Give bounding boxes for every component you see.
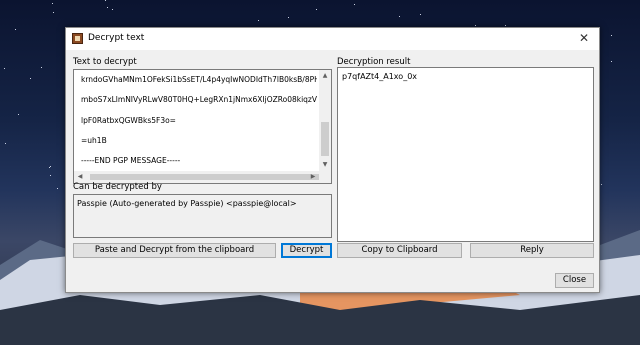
decrypt-text-dialog: Decrypt text ✕ Text to decrypt krndoGVha… — [65, 27, 600, 293]
text-to-decrypt-label: Text to decrypt — [73, 57, 137, 67]
decrypt-app-icon — [72, 33, 83, 44]
scroll-right-icon[interactable]: ▶ — [308, 172, 318, 182]
star — [53, 12, 54, 13]
star — [288, 17, 289, 18]
star — [112, 9, 113, 10]
window-title: Decrypt text — [88, 33, 145, 43]
star — [316, 9, 317, 10]
star — [475, 25, 476, 26]
star — [399, 16, 400, 17]
vertical-scrollbar[interactable]: ▲ ▼ — [319, 70, 331, 171]
star — [52, 3, 53, 4]
scroll-down-icon[interactable]: ▼ — [320, 160, 330, 170]
star — [420, 14, 421, 15]
star — [611, 61, 612, 62]
reply-button[interactable]: Reply — [470, 243, 594, 258]
horizontal-scroll-thumb[interactable] — [90, 174, 320, 180]
encrypted-text-area[interactable]: krndoGVhaMNm1OFekSi1bSsET/L4p4yqIwNODIdT… — [73, 69, 332, 184]
star — [354, 4, 355, 5]
decrypt-button[interactable]: Decrypt — [281, 243, 332, 258]
decrypted-text: p7qfAZt4_A1xo_0x — [342, 72, 418, 81]
encrypted-line: mboS7xLlmNIVyRLwV80T0HQ+LegRXn1jNmx6XIjO… — [81, 95, 317, 105]
scroll-up-icon[interactable]: ▲ — [320, 71, 330, 81]
decryption-result-label: Decryption result — [337, 57, 411, 67]
star — [18, 114, 19, 115]
scroll-corner — [319, 171, 331, 183]
paste-and-decrypt-button[interactable]: Paste and Decrypt from the clipboard — [73, 243, 276, 258]
star — [5, 143, 6, 144]
title-bar: Decrypt text ✕ — [66, 28, 599, 50]
star — [30, 78, 31, 79]
encrypted-line: =uh1B — [81, 135, 107, 145]
can-be-decrypted-by-label: Can be decrypted by — [73, 182, 162, 192]
vertical-scroll-thumb[interactable] — [321, 122, 329, 156]
encrypted-line: lpF0RatbxQGWBks5F3o= — [81, 115, 176, 125]
star — [41, 67, 42, 68]
encrypted-line: krndoGVhaMNm1OFekSi1bSsET/L4p4yqIwNODIdT… — [81, 75, 317, 84]
star — [611, 35, 612, 36]
copy-to-clipboard-button[interactable]: Copy to Clipboard — [337, 243, 462, 258]
decryption-result-area[interactable]: p7qfAZt4_A1xo_0x — [337, 67, 594, 242]
star — [505, 25, 506, 26]
recipient-entry: Passpie (Auto-generated by Passpie) <pas… — [77, 199, 297, 208]
close-window-icon[interactable]: ✕ — [575, 30, 593, 46]
star — [105, 0, 106, 1]
star — [258, 20, 259, 21]
star — [107, 7, 108, 8]
star — [15, 29, 16, 30]
close-button[interactable]: Close — [555, 273, 594, 288]
star — [4, 68, 5, 69]
scroll-left-icon[interactable]: ◀ — [75, 172, 85, 182]
recipients-list: Passpie (Auto-generated by Passpie) <pas… — [73, 194, 332, 238]
